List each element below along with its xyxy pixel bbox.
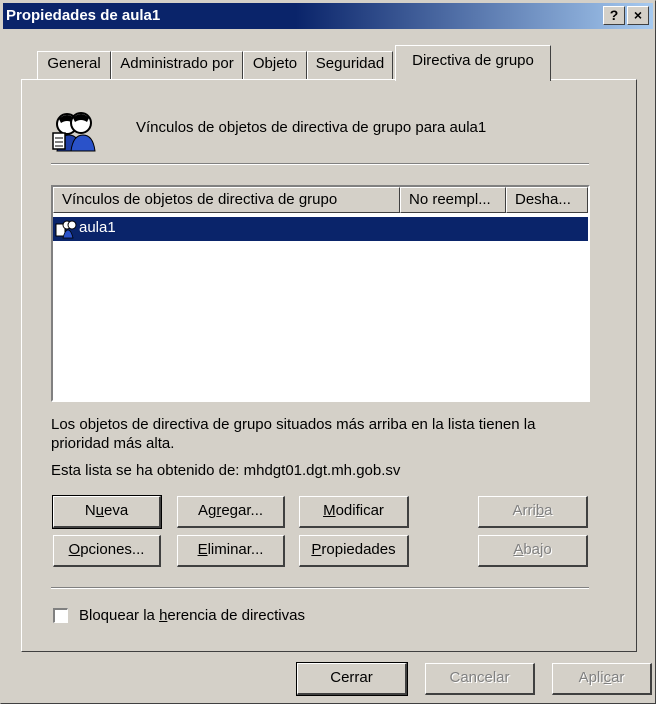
block-inheritance-label[interactable]: Bloquear la herencia de directivas: [79, 607, 305, 624]
close-window-button[interactable]: ×: [627, 6, 649, 25]
column-header-no-override[interactable]: No reempl...: [400, 187, 506, 213]
block-inheritance-checkbox[interactable]: [53, 608, 68, 623]
move-up-button[interactable]: Arriba: [478, 496, 588, 528]
column-header-disabled[interactable]: Desha...: [506, 187, 588, 213]
add-button[interactable]: Agregar...: [177, 496, 285, 528]
header-description: Vínculos de objetos de directiva de grup…: [136, 119, 487, 136]
close-button[interactable]: Cerrar: [296, 662, 408, 696]
priority-note-line2: prioridad más alta.: [51, 435, 175, 452]
list-item[interactable]: aula1: [53, 217, 588, 241]
help-button[interactable]: ?: [603, 6, 625, 25]
group-policy-icon: [49, 109, 101, 153]
gpo-icon: [55, 219, 77, 239]
divider: [51, 587, 589, 589]
priority-note-line1: Los objetos de directiva de grupo situad…: [51, 416, 536, 433]
window-title: Propiedades de aula1: [6, 7, 161, 24]
list-item-label: aula1: [79, 219, 116, 236]
tab-directiva-de-grupo[interactable]: Directiva de grupo: [395, 45, 551, 81]
tab-general[interactable]: General: [37, 51, 111, 79]
tab-administrado-por[interactable]: Administrado por: [111, 51, 243, 79]
tab-objeto[interactable]: Objeto: [243, 51, 307, 79]
options-button[interactable]: Opciones...: [53, 535, 161, 567]
column-header-links[interactable]: Vínculos de objetos de directiva de grup…: [53, 187, 400, 213]
apply-button[interactable]: Aplicar: [552, 663, 652, 695]
new-button[interactable]: Nueva: [52, 495, 162, 529]
move-down-button[interactable]: Abajo: [478, 535, 588, 567]
properties-button[interactable]: Propiedades: [299, 535, 409, 567]
divider: [51, 163, 589, 165]
source-note: Esta lista se ha obtenido de: mhdgt01.dg…: [51, 462, 401, 479]
title-bar[interactable]: Propiedades de aula1 ? ×: [3, 3, 653, 29]
delete-button[interactable]: Eliminar...: [177, 535, 285, 567]
properties-dialog: Propiedades de aula1 ? × General Adminis…: [0, 0, 656, 704]
edit-button[interactable]: Modificar: [299, 496, 409, 528]
tab-seguridad[interactable]: Seguridad: [307, 51, 393, 79]
gpo-links-list[interactable]: Vínculos de objetos de directiva de grup…: [51, 185, 590, 402]
cancel-button[interactable]: Cancelar: [425, 663, 535, 695]
